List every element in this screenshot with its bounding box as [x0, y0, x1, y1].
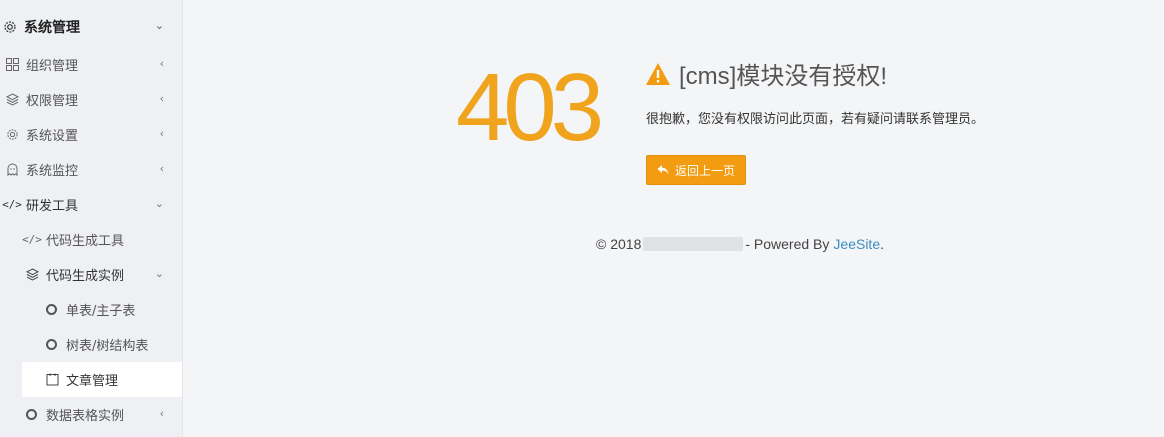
error-title-row: [cms]模块没有授权! — [645, 56, 887, 91]
footer: © 2018 - Powered By JeeSite . — [596, 236, 884, 252]
redacted-text — [643, 237, 744, 251]
sidebar-item-label: 数据表格实例 — [46, 409, 125, 424]
copyright-text: © 2018 — [596, 236, 642, 252]
sidebar-item-dev-tools[interactable]: </> 研发工具 ⌄ — [0, 187, 182, 222]
sidebar-item-article-management[interactable]: 文章管理 — [22, 362, 182, 397]
sidebar-item-label: 研发工具 — [26, 199, 79, 214]
sidebar-item-label: 系统监控 — [26, 164, 79, 179]
circle-icon — [46, 304, 57, 315]
error-description: 很抱歉，您没有权限访问此页面，若有疑问请联系管理员。 — [646, 112, 985, 127]
sidebar-item-single-table[interactable]: 单表/主子表 — [0, 292, 182, 327]
gear-icon — [4, 127, 20, 143]
sidebar-item-permission-management[interactable]: 权限管理 ‹ — [0, 82, 182, 117]
powered-by-text: - Powered By — [745, 236, 830, 252]
sidebar-item-label: 树表/树结构表 — [66, 339, 149, 354]
chevron-down-icon: ⌄ — [154, 197, 164, 210]
cube-icon — [4, 92, 20, 108]
chevron-left-icon: ‹ — [159, 162, 164, 175]
cube-icon — [24, 267, 40, 283]
sidebar-item-label: 代码生成实例 — [46, 269, 125, 284]
chevron-left-icon: ‹ — [159, 127, 164, 140]
sidebar-item-org-management[interactable]: 组织管理 ‹ — [0, 47, 182, 82]
sidebar-item-system-management[interactable]: 系统管理 ⌄ — [0, 9, 182, 44]
sidebar-item-label: 系统管理 — [24, 19, 80, 36]
chevron-left-icon: ‹ — [159, 407, 164, 420]
chevron-left-icon: ‹ — [159, 92, 164, 105]
sidebar-item-label: 系统设置 — [26, 129, 79, 144]
gear-icon — [2, 19, 18, 35]
sidebar-item-label: 组织管理 — [26, 59, 79, 74]
sidebar-item-codegen-examples[interactable]: 代码生成实例 ⌄ — [0, 257, 182, 292]
code-icon: </> — [22, 233, 42, 246]
circle-icon — [46, 339, 57, 350]
chevron-down-icon: ⌄ — [154, 267, 164, 280]
sidebar-item-system-monitor[interactable]: 系统监控 ‹ — [0, 152, 182, 187]
jeesite-link[interactable]: JeeSite — [833, 236, 880, 252]
code-icon: </> — [2, 198, 22, 211]
sidebar-item-label: 文章管理 — [66, 374, 119, 389]
sidebar-item-data-grid-examples[interactable]: 数据表格实例 ‹ — [0, 397, 182, 432]
sidebar-item-tree-table[interactable]: 树表/树结构表 — [0, 327, 182, 362]
back-button[interactable]: 返回上一页 — [646, 155, 746, 185]
ghost-icon — [4, 162, 20, 178]
footer-period: . — [880, 236, 884, 252]
chevron-down-icon: ⌄ — [154, 19, 164, 32]
error-code: 403 — [456, 54, 604, 161]
circle-icon — [26, 409, 37, 420]
sidebar-item-label: 单表/主子表 — [66, 304, 136, 319]
back-button-label: 返回上一页 — [674, 163, 735, 178]
document-icon — [44, 372, 60, 388]
reply-icon — [657, 165, 669, 175]
sidebar-item-label: 代码生成工具 — [46, 234, 125, 249]
sidebar-item-system-settings[interactable]: 系统设置 ‹ — [0, 117, 182, 152]
sidebar: 系统管理 ⌄ 组织管理 ‹ 权限管理 ‹ 系统设置 ‹ 系统监控 ‹ </> 研… — [0, 0, 183, 437]
sidebar-item-codegen-tool[interactable]: </> 代码生成工具 — [0, 222, 182, 257]
sidebar-item-label: 权限管理 — [26, 94, 79, 109]
chevron-left-icon: ‹ — [159, 57, 164, 70]
warning-icon — [646, 62, 670, 85]
error-title: [cms]模块没有授权! — [679, 63, 887, 90]
grid-icon — [4, 57, 20, 73]
